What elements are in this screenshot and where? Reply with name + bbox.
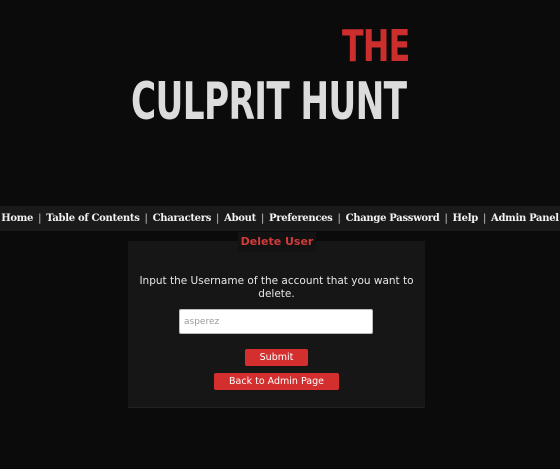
nav-help[interactable]: Help: [453, 213, 479, 224]
logo-title: CULPRIT HUNT: [131, 72, 407, 132]
nav-preferences[interactable]: Preferences: [269, 213, 333, 224]
delete-user-panel: Delete User Input the Username of the ac…: [128, 232, 425, 408]
nav-bar: Home | Table of Contents | Characters | …: [0, 206, 560, 231]
nav-separator: |: [260, 213, 265, 224]
panel-title: Delete User: [238, 232, 316, 252]
nav-separator: |: [482, 213, 487, 224]
username-input[interactable]: [179, 309, 373, 334]
submit-button[interactable]: Submit: [245, 349, 308, 366]
nav-characters[interactable]: Characters: [153, 213, 212, 224]
nav-home[interactable]: Home: [1, 213, 33, 224]
nav-separator: |: [144, 213, 148, 224]
panel-instructions: Input the Username of the account that y…: [139, 275, 414, 300]
nav-separator: |: [216, 213, 220, 224]
back-to-admin-button[interactable]: Back to Admin Page: [214, 373, 339, 390]
nav-separator: |: [337, 213, 341, 224]
logo-the: THE: [342, 21, 410, 72]
nav-table-of-contents[interactable]: Table of Contents: [46, 213, 140, 224]
page: THE CULPRIT HUNT Home | Table of Content…: [0, 0, 560, 469]
nav-change-password[interactable]: Change Password: [346, 213, 440, 224]
nav-separator: |: [38, 213, 42, 224]
nav-separator: |: [444, 213, 448, 224]
nav-admin-panel[interactable]: Admin Panel: [491, 213, 559, 224]
nav-about[interactable]: About: [224, 213, 256, 224]
